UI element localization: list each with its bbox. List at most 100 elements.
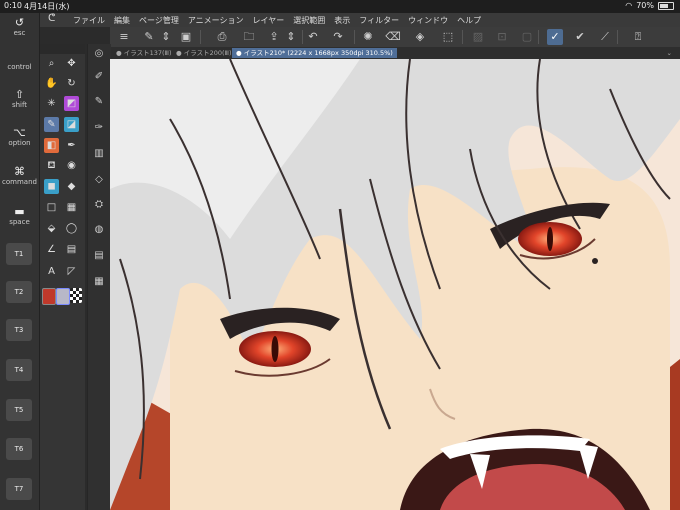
t2-key[interactable]: T2 (6, 281, 32, 303)
transform-icon[interactable]: ⬚ (440, 29, 456, 45)
space-key[interactable]: ▬ space (0, 206, 39, 227)
blend-icon[interactable]: ◼ (44, 179, 59, 194)
canvas-artwork[interactable] (110, 59, 680, 510)
marker-icon[interactable]: ◉ (64, 158, 79, 173)
move-icon[interactable]: ✥ (64, 56, 79, 71)
selection-icon[interactable]: ▢ (519, 29, 535, 45)
app-logo-icon[interactable]: ᕦ (48, 13, 55, 24)
canvas-tabs: ● イラスト137(Ⅲ) ● イラスト200(Ⅲ) ● イラスト210* (22… (110, 47, 680, 59)
clear-icon[interactable]: ⌫ (385, 29, 401, 45)
navigator-icon[interactable]: ◎ (91, 46, 107, 62)
brush-size-icon[interactable]: ✑ (91, 120, 107, 136)
divider (617, 30, 618, 44)
tab-illust-137[interactable]: ● イラスト137(Ⅲ) (112, 48, 176, 58)
menu-file[interactable]: ファイル (73, 15, 105, 26)
deselect-icon[interactable]: ▨ (470, 29, 486, 45)
shift-key[interactable]: ⇧ shift (0, 89, 39, 110)
gallery-icon[interactable]: ▣ (178, 29, 194, 45)
menu-selection[interactable]: 選択範囲 (293, 15, 325, 26)
divider (354, 30, 355, 44)
undo-icon[interactable]: ↶ (305, 29, 321, 45)
main-color-swatch[interactable] (42, 288, 56, 305)
gradient-fill-icon[interactable]: ▦ (64, 200, 79, 215)
magnifier-icon[interactable]: ⌕ (44, 56, 59, 71)
layer-icon[interactable]: ▤ (64, 242, 79, 257)
color-icon[interactable]: ▥ (91, 146, 107, 162)
text-icon[interactable]: A (44, 264, 59, 279)
color-set-icon[interactable]: ◍ (91, 222, 107, 238)
rotate-icon[interactable]: ↻ (64, 76, 79, 91)
command-key[interactable]: ⌘ command (0, 166, 39, 187)
space-label: space (9, 218, 30, 226)
brush-icon[interactable]: ✎ (44, 117, 59, 132)
t4-key[interactable]: T4 (6, 359, 32, 381)
material-icon[interactable]: ▤ (91, 248, 107, 264)
bucket-icon[interactable]: ⛾ (44, 158, 59, 173)
menu-layer[interactable]: レイヤー (253, 15, 285, 26)
ruler-snap-icon[interactable]: ⟋ (597, 29, 613, 45)
menu-edit[interactable]: 編集 (114, 15, 130, 26)
layers-icon[interactable]: ◇ (91, 172, 107, 188)
tool-panel: ⌕ ✥ ✋ ↻ ✳ ◩ ✎ ◪ ◧ ✒ ⛾ ◉ ◼ ◆ □ ▦ ⬙ ◯ ∠ ▤ … (40, 44, 85, 510)
upload-icon[interactable]: ⇪ (266, 29, 282, 45)
hand-icon[interactable]: ✋ (44, 76, 59, 91)
folder-icon[interactable]: 🗀 (241, 29, 257, 45)
updown-arrows-icon[interactable]: ⇕ (158, 29, 174, 45)
eraser-icon[interactable]: ◧ (44, 138, 59, 153)
t5-key[interactable]: T5 (6, 399, 32, 421)
sub-color-swatch[interactable] (56, 288, 70, 305)
wifi-icon: ◠ (625, 1, 633, 10)
battery-icon (658, 1, 674, 10)
spark-icon[interactable]: ✳ (44, 96, 59, 111)
new-canvas-icon[interactable]: ✎ (141, 29, 157, 45)
loading-spinner-icon[interactable]: ✺ (360, 29, 376, 45)
edge-keyboard: ↺ esc control ⇧ shift ⌥ option ⌘ command ▬ sp… (0, 13, 40, 510)
menu-view[interactable]: 表示 (334, 15, 350, 26)
fill-icon[interactable]: ⬙ (44, 221, 59, 236)
redo-icon[interactable]: ↷ (330, 29, 346, 45)
updown-arrows-2-icon[interactable]: ⇕ (283, 29, 299, 45)
tool-property-icon[interactable]: ✎ (91, 94, 107, 110)
tab-illust-200[interactable]: ● イラスト200(Ⅲ) (172, 48, 236, 58)
t6-key[interactable]: T6 (6, 438, 32, 460)
option-label: option (8, 139, 31, 147)
crop-icon[interactable]: ⊡ (494, 29, 510, 45)
menu-items: ファイル 編集 ページ管理 アニメーション レイヤー 選択範囲 表示 フィルター… (73, 15, 481, 26)
sub-tool-icon[interactable]: ✐ (91, 69, 107, 85)
hamburger-menu-icon[interactable]: ≡ (116, 29, 132, 45)
esc-key[interactable]: ↺ esc (0, 17, 39, 38)
save-icon[interactable]: ⎙ (214, 29, 230, 45)
fill-bucket-icon[interactable]: ◈ (412, 29, 428, 45)
control-label: control (7, 63, 32, 71)
divider (462, 30, 463, 44)
menu-window[interactable]: ウィンドウ (408, 15, 448, 26)
lasso-icon[interactable]: ◯ (64, 221, 79, 236)
line-icon[interactable]: ∠ (44, 242, 59, 257)
control-key[interactable]: control (0, 63, 39, 71)
menu-animation[interactable]: アニメーション (188, 15, 244, 26)
chevron-down-icon[interactable]: ⌄ (663, 48, 676, 58)
menu-help[interactable]: ヘルプ (457, 15, 481, 26)
history-icon[interactable]: ▦ (91, 274, 107, 290)
square-icon[interactable]: □ (44, 200, 59, 215)
pen-icon[interactable]: ✒ (64, 138, 79, 153)
ruler-icon[interactable]: ◸ (64, 264, 79, 279)
t7-key[interactable]: T7 (6, 478, 32, 500)
transparent-color-swatch[interactable] (70, 288, 82, 303)
menu-filter[interactable]: フィルター (359, 15, 399, 26)
option-key[interactable]: ⌥ option (0, 127, 39, 148)
status-right: ◠ 70% (625, 1, 674, 10)
gradient-icon[interactable]: ◩ (64, 96, 79, 111)
airbrush-icon[interactable]: ◪ (64, 117, 79, 132)
soft-eraser-icon[interactable]: ◆ (64, 179, 79, 194)
stabilize-pen-icon[interactable]: ✓ (547, 29, 563, 45)
t1-key[interactable]: T1 (6, 243, 32, 265)
divider (200, 30, 201, 44)
help-icon[interactable]: ⍰ (630, 29, 646, 45)
correction-icon[interactable]: ✔ (572, 29, 588, 45)
layer-property-icon[interactable]: ⛭ (91, 197, 107, 213)
status-time: 0:10 (4, 1, 22, 10)
menu-page[interactable]: ページ管理 (139, 15, 179, 26)
t3-key[interactable]: T3 (6, 319, 32, 341)
tab-illust-210[interactable]: ● イラスト210* (2224 x 1668px 350dpi 310.5%) (232, 48, 397, 58)
